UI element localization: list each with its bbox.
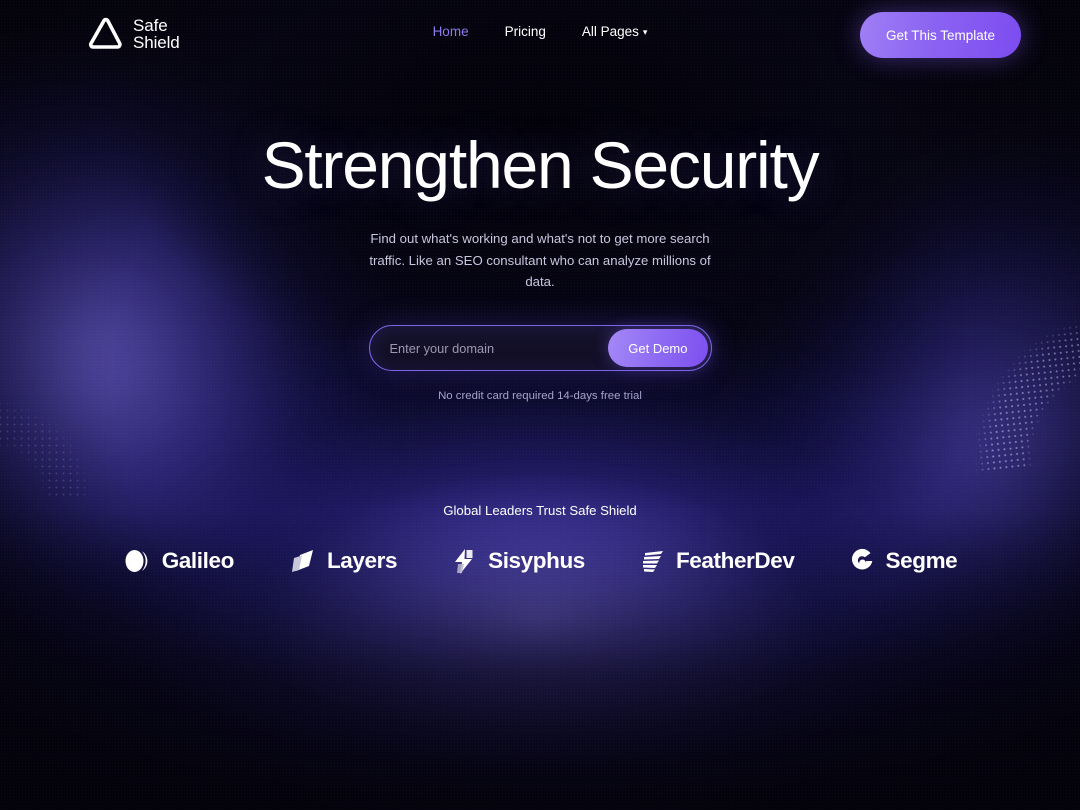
landing-page: Safe Shield Home Pricing All Pages ▾ Get … [0,0,1080,810]
stacked-rhombus-icon [291,550,313,572]
partner-logo-row: Galileo Layers Sisyphus FeatherDev Segme [0,546,1080,576]
partner-name: Galileo [161,548,235,573]
page-title: Strengthen Security [261,128,820,202]
feather-lines-icon [642,551,663,572]
partner-logo-featherdev[interactable]: FeatherDev [639,546,795,576]
nav-label-pricing: Pricing [504,24,546,39]
partner-name: Sisyphus [488,548,585,573]
nav-label-home: Home [432,24,469,39]
trusted-by-title: Global Leaders Trust Safe Shield [443,503,637,518]
hero-subheading: Find out what's working and what's not t… [369,231,711,290]
lightning-bolt-icon [455,549,473,574]
nav-item-home[interactable]: Home [433,24,469,39]
domain-signup-form: Get Demo [368,325,712,372]
nav-item-pricing[interactable]: Pricing [505,24,546,39]
partner-name: Segme [885,548,958,573]
chevron-down-icon: ▾ [642,27,648,37]
partner-logo-layers[interactable]: Layers [288,546,397,576]
nav-label-all-pages: All Pages [581,24,639,39]
trial-note: No credit card required 14-days free tri… [438,390,642,403]
partner-name: FeatherDev [675,548,795,573]
get-demo-button[interactable]: Get Demo [608,329,708,368]
site-header: Safe Shield Home Pricing All Pages ▾ Get … [0,0,1080,70]
trusted-by-section: Global Leaders Trust Safe Shield Galileo… [0,503,1080,576]
circle-crescent-icon [125,550,148,572]
partner-logo-segme[interactable]: Segme [849,546,958,576]
domain-input[interactable] [389,328,609,369]
partner-name: Layers [326,548,398,573]
segmented-ring-icon [851,548,872,570]
partner-logo-galileo[interactable]: Galileo [123,546,234,576]
nav-item-all-pages[interactable]: All Pages ▾ [582,24,648,39]
partner-logo-sisyphus[interactable]: Sisyphus [451,546,585,576]
get-this-template-button[interactable]: Get This Template [859,12,1021,58]
